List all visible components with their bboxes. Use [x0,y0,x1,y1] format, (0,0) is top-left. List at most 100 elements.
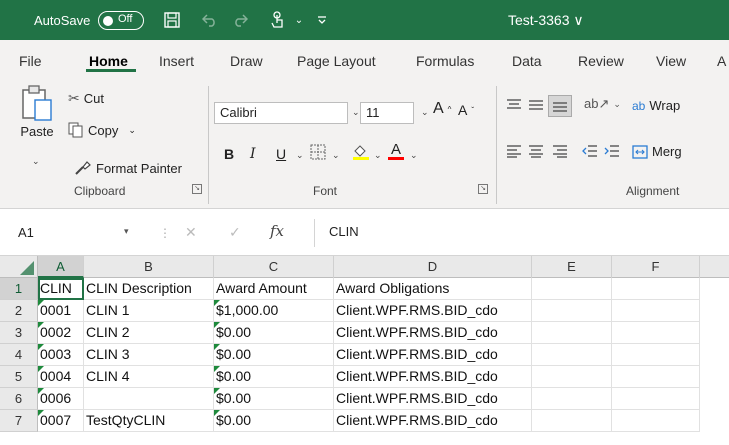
cell-a2[interactable]: 0001 [38,300,84,322]
italic-button[interactable]: I [250,146,256,162]
column-header-d[interactable]: D [334,256,532,278]
column-header-b[interactable]: B [84,256,214,278]
column-header-e[interactable]: E [532,256,612,278]
cell-a1[interactable]: CLIN [38,278,84,300]
cell-f7[interactable] [612,410,700,432]
cancel-icon[interactable]: ✕ [185,224,197,241]
cell-f1[interactable] [612,278,700,300]
column-header-c[interactable]: C [214,256,334,278]
align-bottom-button[interactable] [548,95,572,117]
cell-d2[interactable]: Client.WPF.RMS.BID_cdo [334,300,532,322]
enter-icon[interactable]: ✓ [229,224,241,241]
orientation-button[interactable]: ab↗ ⌄ [584,96,621,112]
align-left-button[interactable] [506,144,522,158]
autosave-toggle[interactable]: Off [98,11,144,30]
cell-a6[interactable]: 0006 [38,388,84,410]
tab-page-layout[interactable]: Page Layout [297,53,376,69]
tab-view[interactable]: View [656,53,686,69]
font-size-dropdown[interactable]: 11 [360,102,414,124]
increase-font-size-button[interactable]: A ^ [433,100,451,118]
cell-c2[interactable]: $1,000.00 [214,300,334,322]
wrap-text-button[interactable]: ab Wrap [632,98,680,113]
redo-icon[interactable] [230,10,250,30]
cell-b3[interactable]: CLIN 2 [84,322,214,344]
fill-color-button[interactable] [352,143,370,161]
cell-b2[interactable]: CLIN 1 [84,300,214,322]
cell-f4[interactable] [612,344,700,366]
cell-c7[interactable]: $0.00 [214,410,334,432]
cell-f2[interactable] [612,300,700,322]
cell-c5[interactable]: $0.00 [214,366,334,388]
cell-c3[interactable]: $0.00 [214,322,334,344]
drag-handle-icon[interactable]: ⋮ [159,226,171,240]
bold-button[interactable]: B [224,146,234,162]
cell-f5[interactable] [612,366,700,388]
touch-mode-icon[interactable] [268,10,288,30]
tab-insert[interactable]: Insert [159,53,194,69]
row-header[interactable]: 3 [0,322,38,344]
select-all-button[interactable] [0,256,38,278]
decrease-font-size-button[interactable]: Aˇ [458,102,474,118]
font-color-button[interactable]: A [388,142,404,160]
cell-c6[interactable]: $0.00 [214,388,334,410]
paste-button[interactable]: Paste [20,84,54,139]
merge-center-button[interactable]: Merg [632,144,682,159]
paste-chevron-icon[interactable]: ⌄ [32,156,40,167]
save-icon[interactable] [163,10,181,30]
cell-e2[interactable] [532,300,612,322]
cell-c1[interactable]: Award Amount [214,278,334,300]
insert-function-icon[interactable]: fx [270,222,284,240]
font-name-dropdown[interactable]: Calibri [214,102,348,124]
cell-d3[interactable]: Client.WPF.RMS.BID_cdo [334,322,532,344]
font-launcher-icon[interactable]: ↘ [478,184,488,194]
chevron-down-icon[interactable]: ▾ [124,226,129,237]
align-middle-button[interactable] [528,98,544,112]
align-center-button[interactable] [528,144,544,158]
formula-input[interactable]: CLIN [314,219,729,247]
column-header-f[interactable]: F [612,256,700,278]
cell-e7[interactable] [532,410,612,432]
decrease-indent-button[interactable] [582,144,598,158]
cell-d7[interactable]: Client.WPF.RMS.BID_cdo [334,410,532,432]
cell-b1[interactable]: CLIN Description [84,278,214,300]
cell-c4[interactable]: $0.00 [214,344,334,366]
clipboard-launcher-icon[interactable]: ↘ [192,184,202,194]
cell-b7[interactable]: TestQtyCLIN [84,410,214,432]
cell-d4[interactable]: Client.WPF.RMS.BID_cdo [334,344,532,366]
cell-e3[interactable] [532,322,612,344]
row-header[interactable]: 5 [0,366,38,388]
tab-draw[interactable]: Draw [230,53,263,69]
tab-formulas[interactable]: Formulas [416,53,474,69]
column-header-a[interactable]: A [38,256,84,278]
document-title[interactable]: Test-3363 ∨ [508,12,584,29]
tab-review[interactable]: Review [578,53,624,69]
cell-f6[interactable] [612,388,700,410]
cell-b4[interactable]: CLIN 3 [84,344,214,366]
cell-e1[interactable] [532,278,612,300]
row-header[interactable]: 7 [0,410,38,432]
cell-e4[interactable] [532,344,612,366]
cell-a7[interactable]: 0007 [38,410,84,432]
borders-button[interactable] [310,144,326,160]
align-right-button[interactable] [552,144,568,158]
cell-b5[interactable]: CLIN 4 [84,366,214,388]
format-painter-button[interactable]: Format Painter [74,160,182,176]
row-header[interactable]: 1 [0,278,38,300]
cell-e6[interactable] [532,388,612,410]
undo-icon[interactable] [200,10,220,30]
tab-data[interactable]: Data [512,53,542,69]
align-top-button[interactable] [506,98,522,112]
tab-more[interactable]: A [717,53,726,69]
row-header[interactable]: 6 [0,388,38,410]
tab-home[interactable]: Home [89,53,128,69]
cell-a3[interactable]: 0002 [38,322,84,344]
cell-a5[interactable]: 0004 [38,366,84,388]
cell-d1[interactable]: Award Obligations [334,278,532,300]
cell-e5[interactable] [532,366,612,388]
cell-d5[interactable]: Client.WPF.RMS.BID_cdo [334,366,532,388]
underline-button[interactable]: U [276,146,286,162]
copy-button[interactable]: Copy ⌄ [68,122,136,138]
row-header[interactable]: 4 [0,344,38,366]
customize-qat-icon[interactable] [316,10,328,30]
name-box[interactable]: A1 [12,222,142,246]
